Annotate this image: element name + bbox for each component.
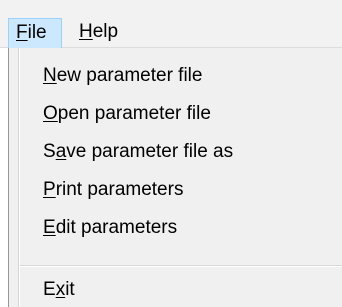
menu-item-mnemonic: a (55, 141, 67, 162)
file-menu-dropdown: New parameter file Open parameter file S… (8, 48, 342, 307)
menu-item-print-parameters[interactable]: Print parameters (43, 175, 183, 205)
menu-file-label: ile (27, 22, 47, 43)
menu-item-label-prefix: S (43, 141, 56, 162)
menu-item-exit[interactable]: Exit (43, 275, 75, 305)
menu-item-mnemonic: E (43, 217, 56, 238)
menu-separator-highlight (20, 266, 342, 267)
menu-item-mnemonic: O (43, 103, 58, 124)
menu-item-label: rint parameters (55, 179, 184, 200)
menu-help-mnemonic: H (79, 21, 93, 42)
menu-item-label: it (65, 279, 75, 300)
menu-item-mnemonic: N (43, 65, 57, 86)
menu-item-save-parameter-file-as[interactable]: Save parameter file as (43, 137, 233, 167)
menu-help-label: elp (92, 21, 119, 42)
icon-gutter-divider-highlight (19, 48, 20, 307)
menu-item-mnemonic: P (43, 179, 56, 200)
menu-item-label: ew parameter file (56, 65, 203, 86)
menu-bar: File Help (0, 0, 342, 48)
menu-item-label: pen parameter file (57, 103, 211, 124)
menu-item-label-prefix: E (43, 279, 56, 300)
menu-item-open-parameter-file[interactable]: Open parameter file (43, 99, 211, 129)
menu-item-label: dit parameters (55, 217, 178, 238)
menu-item-mnemonic: x (55, 279, 66, 300)
menu-file-mnemonic: F (16, 22, 28, 43)
menu-item-label: ve parameter file as (66, 141, 234, 162)
menu-help[interactable]: Help (68, 18, 118, 48)
menu-item-new-parameter-file[interactable]: New parameter file (43, 61, 202, 91)
menu-file[interactable]: File (8, 18, 62, 48)
menu-item-edit-parameters[interactable]: Edit parameters (43, 213, 177, 243)
